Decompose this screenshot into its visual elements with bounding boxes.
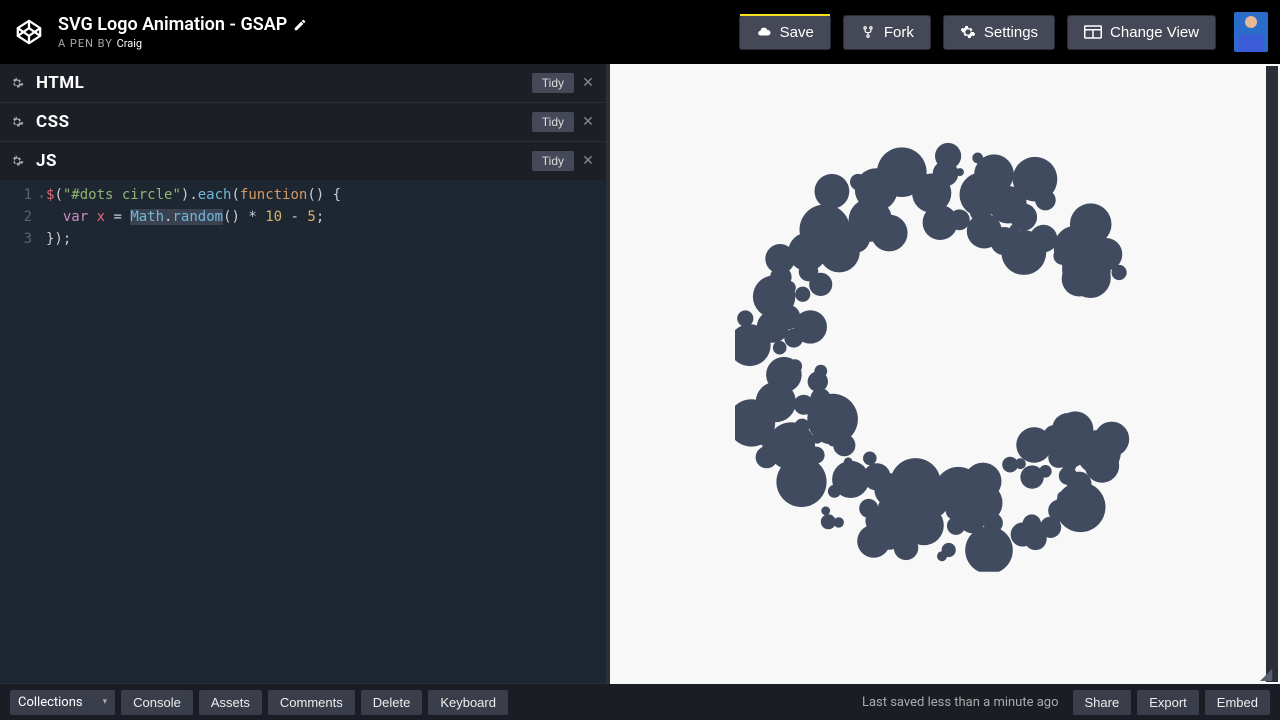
collections-dropdown[interactable]: Collections — [10, 690, 115, 715]
header: SVG Logo Animation - GSAP A PEN BY Craig… — [0, 0, 1280, 64]
comments-button[interactable]: Comments — [268, 690, 355, 715]
html-editor: HTML Tidy ✕ — [0, 64, 606, 103]
line-number: 2 — [0, 206, 38, 228]
embed-button[interactable]: Embed — [1205, 690, 1270, 715]
collections-label: Collections — [18, 695, 83, 710]
byline-prefix: A PEN BY — [58, 37, 113, 50]
html-tidy-button[interactable]: Tidy — [532, 73, 574, 93]
code-text: }); — [38, 228, 71, 250]
line-number: 3 — [0, 228, 38, 250]
settings-button[interactable]: Settings — [943, 15, 1055, 50]
code-text: $("#dots circle").each(function() { — [38, 184, 341, 206]
code-line-3: 3 }); — [0, 228, 606, 250]
footer: Collections Console Assets Comments Dele… — [0, 684, 1280, 720]
avatar[interactable] — [1234, 12, 1268, 52]
js-label: JS — [36, 151, 57, 171]
line-number: 1 — [0, 184, 38, 206]
preview-pane — [610, 64, 1280, 684]
preview-svg — [735, 142, 1155, 572]
html-header: HTML Tidy ✕ — [0, 64, 606, 102]
author-link[interactable]: Craig — [117, 37, 143, 50]
fork-label: Fork — [884, 24, 914, 41]
fork-button[interactable]: Fork — [843, 15, 931, 50]
css-close-icon[interactable]: ✕ — [574, 114, 602, 130]
edit-icon[interactable] — [293, 18, 307, 32]
code-line-1: 1 $("#dots circle").each(function() { — [0, 184, 606, 206]
code-text: var x = Math.random() * 10 - 5; — [38, 206, 324, 228]
cloud-icon — [756, 25, 772, 39]
assets-button[interactable]: Assets — [199, 690, 262, 715]
save-label: Save — [780, 24, 814, 41]
css-header: CSS Tidy ✕ — [0, 103, 606, 141]
js-gear-icon[interactable] — [4, 148, 30, 174]
css-editor: CSS Tidy ✕ — [0, 103, 606, 142]
code-line-2: 2 var x = Math.random() * 10 - 5; — [0, 206, 606, 228]
css-tidy-button[interactable]: Tidy — [532, 112, 574, 132]
share-button[interactable]: Share — [1073, 690, 1132, 715]
pen-title[interactable]: SVG Logo Animation - GSAP — [58, 14, 727, 35]
js-tidy-button[interactable]: Tidy — [532, 151, 574, 171]
js-header: JS Tidy ✕ — [0, 142, 606, 180]
js-code-area[interactable]: 1 $("#dots circle").each(function() { 2 … — [0, 180, 606, 683]
change-view-label: Change View — [1110, 24, 1199, 41]
delete-button[interactable]: Delete — [361, 690, 423, 715]
html-label: HTML — [36, 73, 84, 93]
scrollbar[interactable] — [1266, 66, 1278, 682]
save-button[interactable]: Save — [739, 15, 831, 50]
export-button[interactable]: Export — [1137, 690, 1199, 715]
view-icon — [1084, 25, 1102, 39]
fork-icon — [860, 25, 876, 39]
keyboard-button[interactable]: Keyboard — [428, 690, 508, 715]
title-area: SVG Logo Animation - GSAP A PEN BY Craig — [58, 14, 727, 50]
editors-pane: HTML Tidy ✕ CSS Tidy ✕ JS — [0, 64, 610, 684]
pen-byline: A PEN BY Craig — [58, 37, 727, 50]
console-button[interactable]: Console — [121, 690, 193, 715]
change-view-button[interactable]: Change View — [1067, 15, 1216, 50]
pen-title-text: SVG Logo Animation - GSAP — [58, 14, 287, 35]
js-close-icon[interactable]: ✕ — [574, 153, 602, 169]
gear-icon — [960, 24, 976, 40]
save-status: Last saved less than a minute ago — [862, 695, 1059, 710]
css-label: CSS — [36, 112, 70, 132]
codepen-logo[interactable] — [12, 15, 46, 49]
html-close-icon[interactable]: ✕ — [574, 75, 602, 91]
settings-label: Settings — [984, 24, 1038, 41]
js-editor: JS Tidy ✕ 1 $("#dots circle").each(funct… — [0, 142, 606, 684]
main: HTML Tidy ✕ CSS Tidy ✕ JS — [0, 64, 1280, 684]
css-gear-icon[interactable] — [4, 109, 30, 135]
html-gear-icon[interactable] — [4, 70, 30, 96]
